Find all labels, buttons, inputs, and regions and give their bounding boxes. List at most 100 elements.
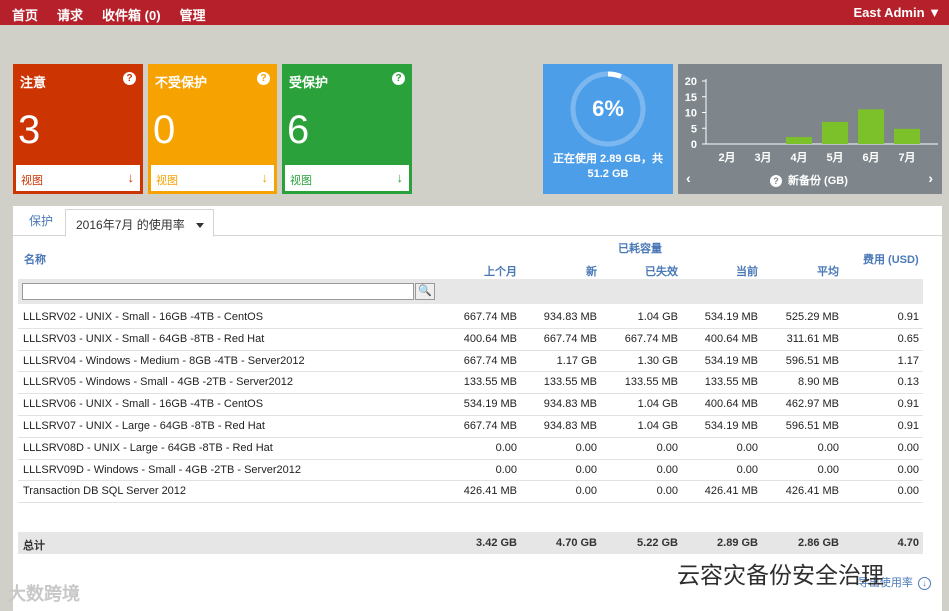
user-menu[interactable]: East Admin ▼ <box>853 5 941 20</box>
card-view-link[interactable]: 视图 ↓ <box>16 165 140 191</box>
main-nav: 首页 请求 收件箱 (0) 管理 <box>12 5 225 24</box>
view-label[interactable]: 视图 <box>21 172 43 188</box>
row-last: 667.74 MB <box>463 419 517 432</box>
row-cur: 534.19 MB <box>704 311 758 323</box>
row-lost: 1.04 GB <box>637 311 678 323</box>
row-last: 534.19 MB <box>463 398 517 411</box>
nav-inbox[interactable]: 收件箱 (0) <box>102 5 161 24</box>
row-lost: 1.04 GB <box>637 398 678 411</box>
watermark-right: 云容灾备份安全治理 <box>677 562 884 588</box>
nav-admin[interactable]: 管理 <box>180 5 206 24</box>
view-label[interactable]: 视图 <box>156 172 178 188</box>
tab-protect[interactable]: 保护 <box>29 212 53 229</box>
row-name: LLLSRV07 - UNIX - Large - 64GB -8TB - Re… <box>23 419 265 432</box>
download-icon: ↓ <box>918 576 931 590</box>
total-last-month: 3.42 GB <box>476 537 517 549</box>
row-cur: 534.19 MB <box>704 419 758 432</box>
card-title: 不受保护 <box>155 75 208 90</box>
usage-caption-line1: 正在使用 2.89 GB，共 <box>552 153 664 165</box>
search-icon: 🔍 <box>418 285 432 297</box>
table-row[interactable]: LLLSRV03 - UNIX - Small - 64GB -8TB - Re… <box>18 329 923 351</box>
col-header-last-month[interactable]: 上个月 <box>437 263 517 279</box>
row-avg: 596.51 MB <box>785 419 839 432</box>
help-icon[interactable]: ? <box>770 175 782 187</box>
row-new: 667.74 MB <box>543 332 597 345</box>
row-new: 934.83 MB <box>543 419 597 432</box>
card-title: 注意 <box>20 75 47 90</box>
filter-bar: 🔍 <box>18 279 923 304</box>
new-backup-chart-widget: 0 5 10 15 20 2月 3月 4月 5月 6月 7月 ‹ ? 新备份 (GB) › <box>678 64 942 194</box>
total-row: 总计 3.42 GB 4.70 GB 5.22 GB 2.89 GB 2.86 … <box>18 532 923 554</box>
table-row[interactable]: LLLSRV05 - Windows - Small - 4GB -2TB - … <box>18 372 923 395</box>
row-last: 0.00 <box>495 463 517 476</box>
usage-table-body: LLLSRV02 - UNIX - Small - 16GB -4TB - Ce… <box>18 307 923 504</box>
table-row[interactable]: LLLSRV08D - UNIX - Large - 64GB -8TB - R… <box>18 438 923 460</box>
help-icon[interactable]: ? <box>123 72 136 85</box>
search-input[interactable] <box>22 283 414 300</box>
col-header-average[interactable]: 平均 <box>759 263 839 279</box>
arrow-down-icon: ↓ <box>396 170 404 185</box>
row-new: 0.00 <box>575 463 597 476</box>
row-lost: 133.55 MB <box>624 376 678 389</box>
table-row[interactable]: LLLSRV04 - Windows - Medium - 8GB -4TB -… <box>18 351 923 373</box>
usage-caption-line2: 51.2 GB <box>587 168 629 180</box>
col-header-lost[interactable]: 已失效 <box>598 263 678 279</box>
help-icon[interactable]: ? <box>392 72 405 85</box>
row-name: LLLSRV06 - UNIX - Small - 16GB -4TB - Ce… <box>23 398 264 411</box>
bar-6月 <box>858 109 884 144</box>
bar-4月 <box>786 137 812 144</box>
backup-bar-chart: 0 5 10 15 20 2月 3月 4月 5月 6月 7月 <box>685 76 938 164</box>
chevron-left-icon[interactable]: ‹ <box>686 170 691 186</box>
help-icon[interactable]: ? <box>257 72 270 85</box>
x-tick-label: 3月 <box>754 151 771 164</box>
total-cost: 4.70 <box>897 537 919 549</box>
row-lost: 0.00 <box>656 485 678 498</box>
row-lost: 1.04 GB <box>637 419 678 432</box>
row-new: 934.83 MB <box>543 311 597 323</box>
chevron-right-icon[interactable]: › <box>928 170 933 186</box>
x-tick-label: 4月 <box>790 151 807 164</box>
nav-requests[interactable]: 请求 <box>57 5 83 24</box>
table-row[interactable]: LLLSRV02 - UNIX - Small - 16GB -4TB - Ce… <box>18 307 923 329</box>
total-new: 4.70 GB <box>556 537 597 549</box>
tab-usage[interactable]: 2016年7月 的使用率 <box>65 209 214 237</box>
card-unprotected: 不受保护 ? 0 视图 ↓ <box>148 64 277 194</box>
usage-panel: 保护 2016年7月 的使用率 名称 已耗容量 费用 (USD) 上个月 新 已… <box>13 206 942 611</box>
table-row[interactable]: LLLSRV07 - UNIX - Large - 64GB -8TB - Re… <box>18 416 923 438</box>
row-cur: 133.55 MB <box>704 376 758 389</box>
row-new: 934.83 MB <box>543 398 597 411</box>
view-label[interactable]: 视图 <box>290 172 312 188</box>
arrow-down-icon: ↓ <box>127 170 135 185</box>
backup-chart-label: ? 新备份 (GB) <box>770 172 848 188</box>
card-count: 0 <box>153 108 176 152</box>
table-row[interactable]: LLLSRV09D - Windows - Small - 4GB -2TB -… <box>18 460 923 482</box>
row-avg: 525.29 MB <box>785 311 839 323</box>
table-row[interactable]: LLLSRV06 - UNIX - Small - 16GB -4TB - Ce… <box>18 394 923 416</box>
card-view-link[interactable]: 视图 ↓ <box>285 165 409 191</box>
search-button[interactable]: 🔍 <box>415 283 435 300</box>
arrow-down-icon: ↓ <box>261 170 269 185</box>
row-cur: 426.41 MB <box>704 485 758 498</box>
row-lost: 1.30 GB <box>637 354 678 367</box>
row-lost: 0.00 <box>656 441 678 454</box>
row-last: 400.64 MB <box>463 332 517 345</box>
row-new: 0.00 <box>575 485 597 498</box>
col-header-new[interactable]: 新 <box>517 263 597 279</box>
row-name: LLLSRV09D - Windows - Small - 4GB -2TB -… <box>23 463 301 476</box>
card-view-link[interactable]: 视图 ↓ <box>151 165 274 191</box>
x-tick-label: 7月 <box>898 151 915 164</box>
y-tick-label: 20 <box>685 76 697 88</box>
row-avg: 0.00 <box>817 441 839 454</box>
watermark-left: 大数跨境 <box>8 584 80 604</box>
col-header-cost[interactable]: 费用 (USD) <box>863 251 919 267</box>
nav-home[interactable]: 首页 <box>12 5 38 24</box>
row-last: 426.41 MB <box>463 485 517 498</box>
y-tick-label: 10 <box>685 108 697 120</box>
table-row[interactable]: Transaction DB SQL Server 2012 426.41 MB 0… <box>18 481 923 504</box>
row-cur: 400.64 MB <box>704 332 758 345</box>
x-tick-label: 2月 <box>718 151 735 164</box>
col-header-current[interactable]: 当前 <box>678 263 758 279</box>
caret-down-icon[interactable] <box>195 223 204 229</box>
col-header-name[interactable]: 名称 <box>24 251 46 267</box>
row-last: 667.74 MB <box>463 354 517 367</box>
